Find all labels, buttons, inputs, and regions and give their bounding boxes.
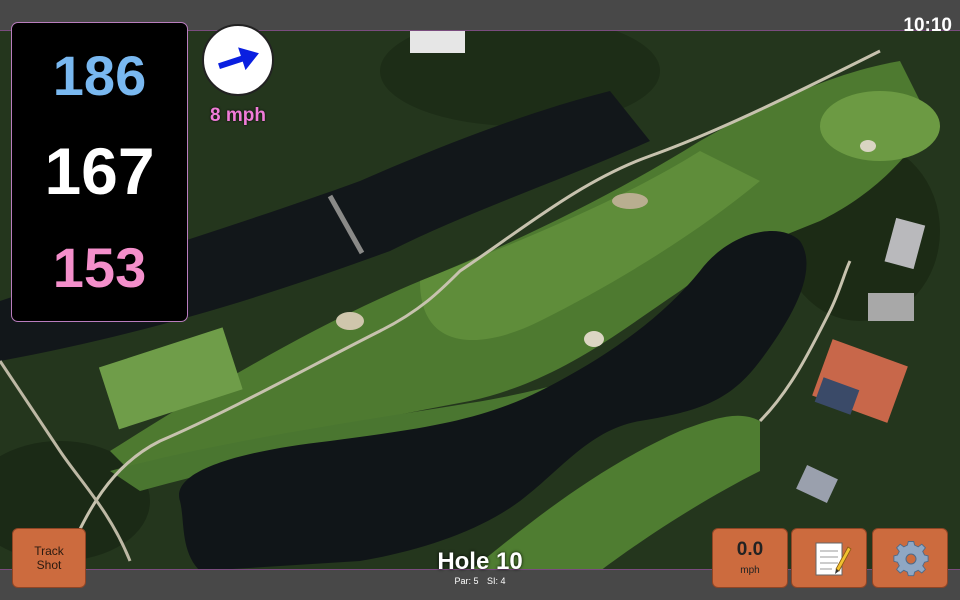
notes-button[interactable] [791, 528, 867, 588]
hole-info: Par: 5 SI: 4 [380, 576, 580, 586]
green-top [820, 91, 940, 161]
house [868, 293, 914, 321]
track-shot-button[interactable]: Track Shot [12, 528, 86, 588]
speed-unit: mph [740, 565, 760, 576]
wind-indicator [202, 24, 274, 96]
front-distance: 153 [52, 236, 147, 299]
clock: 10:10 [903, 15, 952, 36]
hole-title: Hole 10 [437, 548, 523, 575]
wind-speed: 8 mph [210, 105, 266, 126]
speed-value: 0.0 [736, 539, 764, 560]
wind-direction-arrow-icon [218, 47, 259, 71]
hole-stroke-index: SI: 4 [487, 576, 506, 586]
track-shot-label-line2: Shot [36, 558, 62, 572]
back-distance: 186 [52, 44, 147, 107]
middle-distance: 167 [44, 134, 155, 208]
hole-par: Par: 5 [454, 576, 479, 586]
bunker [584, 331, 604, 347]
speed-button[interactable]: 0.0 mph [712, 528, 788, 588]
house [410, 31, 465, 53]
settings-button[interactable] [872, 528, 948, 588]
notepad-icon [815, 542, 852, 576]
bunker [336, 312, 364, 330]
gear-icon [893, 541, 929, 577]
distance-panel: 186 167 153 [11, 22, 188, 322]
track-shot-label-line1: Track [34, 544, 64, 558]
